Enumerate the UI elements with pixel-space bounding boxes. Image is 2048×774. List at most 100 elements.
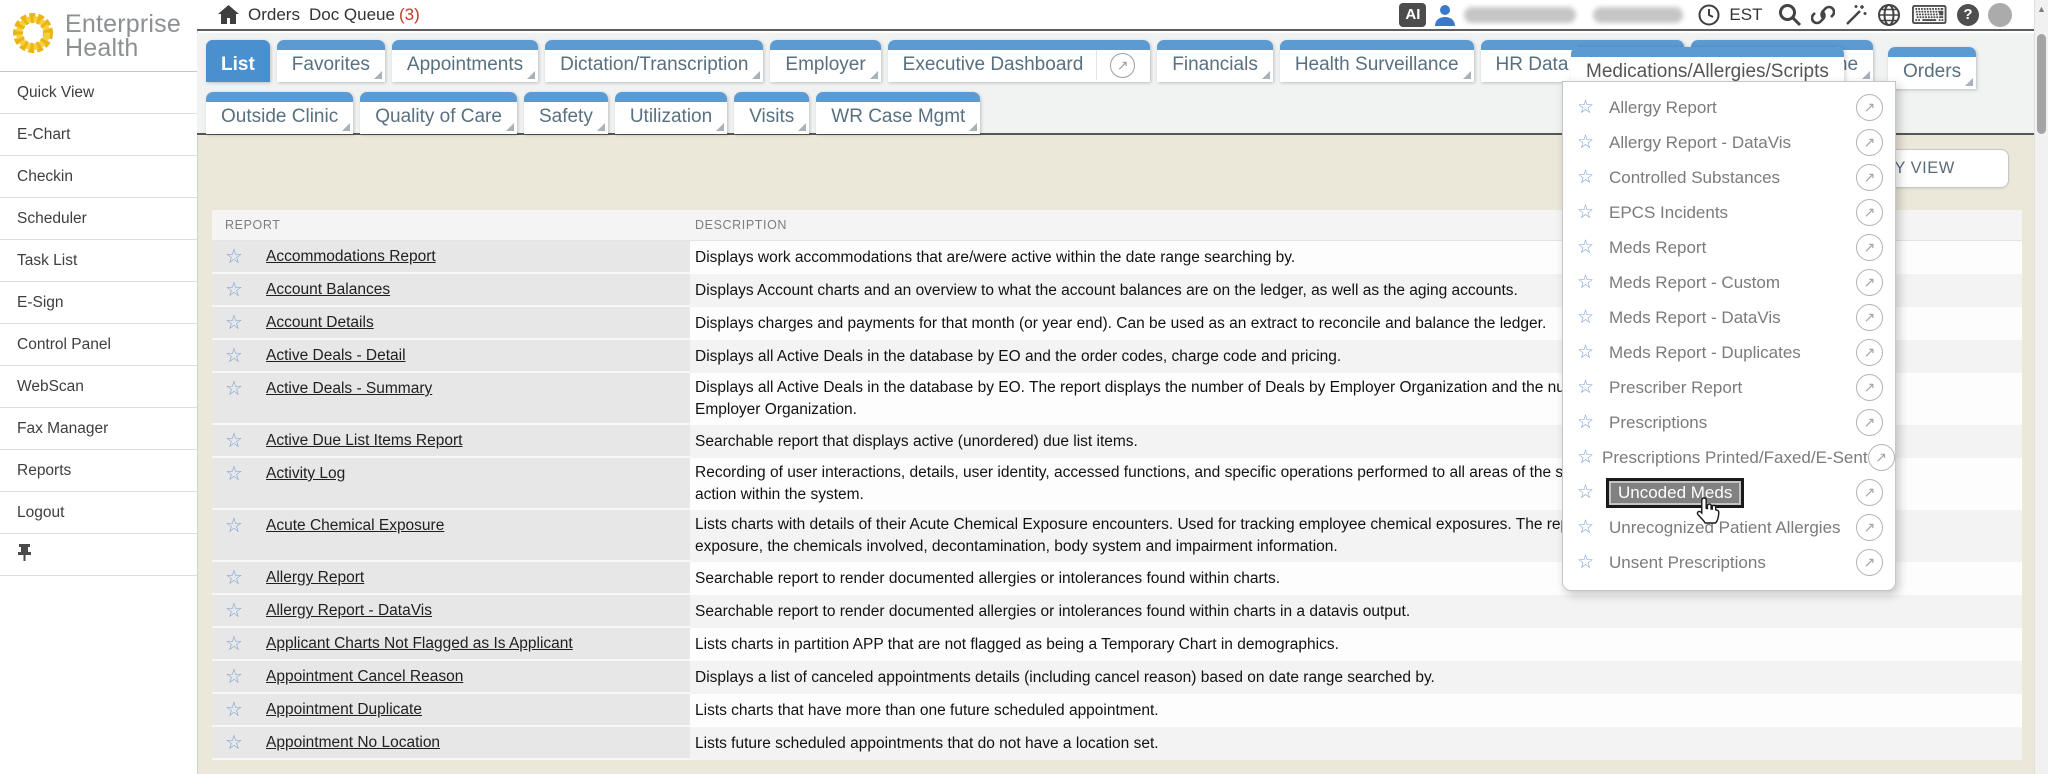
open-in-new-window-icon[interactable]: ↗ bbox=[1856, 94, 1883, 121]
favorite-star-icon[interactable]: ☆ bbox=[225, 246, 255, 268]
favorite-star-icon[interactable]: ☆ bbox=[1577, 551, 1601, 574]
menu-item-allergy-report[interactable]: ☆ Allergy Report ↗ bbox=[1563, 90, 1895, 125]
favorite-star-icon[interactable]: ☆ bbox=[1577, 341, 1601, 364]
favorite-star-icon[interactable]: ☆ bbox=[1577, 411, 1601, 434]
menu-item-unsent-prescriptions[interactable]: ☆ Unsent Prescriptions ↗ bbox=[1563, 545, 1895, 580]
report-link[interactable]: Accommodations Report bbox=[266, 246, 436, 268]
open-in-new-window-icon[interactable]: ↗ bbox=[1856, 164, 1883, 191]
favorite-star-icon[interactable]: ☆ bbox=[1577, 446, 1594, 469]
favorite-star-icon[interactable]: ☆ bbox=[225, 600, 255, 622]
tab-appointments[interactable]: Appointments bbox=[392, 40, 538, 82]
search-icon[interactable] bbox=[1777, 2, 1802, 27]
menu-item-meds-report-duplicates[interactable]: ☆ Meds Report - Duplicates ↗ bbox=[1563, 335, 1895, 370]
report-link[interactable]: Appointment Cancel Reason bbox=[266, 666, 463, 688]
clock-icon[interactable] bbox=[1698, 4, 1720, 26]
sidebar-item-reports[interactable]: Reports bbox=[0, 450, 197, 492]
favorite-star-icon[interactable]: ☆ bbox=[225, 312, 255, 334]
menu-item-epcs-incidents[interactable]: ☆ EPCS Incidents ↗ bbox=[1563, 195, 1895, 230]
report-link[interactable]: Active Deals - Detail bbox=[266, 345, 406, 367]
tab-wr-case-mgmt[interactable]: WR Case Mgmt bbox=[816, 92, 980, 134]
sidebar-item-quick-view[interactable]: Quick View bbox=[0, 72, 197, 114]
breadcrumb-orders[interactable]: Orders bbox=[248, 5, 300, 25]
tab-quality-of-care[interactable]: Quality of Care bbox=[360, 92, 517, 134]
report-column-header[interactable]: REPORT bbox=[212, 218, 690, 232]
open-in-new-window-icon[interactable]: ↗ bbox=[1856, 129, 1883, 156]
open-in-new-window-icon[interactable]: ↗ bbox=[1856, 479, 1883, 506]
tab-favorites[interactable]: Favorites bbox=[277, 40, 385, 82]
favorite-star-icon[interactable]: ☆ bbox=[225, 567, 255, 589]
favorite-star-icon[interactable]: ☆ bbox=[225, 699, 255, 721]
tab-list[interactable]: List bbox=[206, 40, 270, 82]
favorite-star-icon[interactable]: ☆ bbox=[1577, 306, 1601, 329]
report-link[interactable]: Account Balances bbox=[266, 279, 390, 301]
report-link[interactable]: Allergy Report - DataVis bbox=[266, 600, 432, 622]
sidebar-item-logout[interactable]: Logout bbox=[0, 492, 197, 534]
favorite-star-icon[interactable]: ☆ bbox=[1577, 376, 1601, 399]
sidebar-item-e-chart[interactable]: E-Chart bbox=[0, 114, 197, 156]
favorite-star-icon[interactable]: ☆ bbox=[225, 430, 255, 452]
favorite-star-icon[interactable]: ☆ bbox=[1577, 271, 1601, 294]
globe-icon[interactable] bbox=[1877, 3, 1901, 27]
favorite-star-icon[interactable]: ☆ bbox=[225, 732, 255, 754]
report-link[interactable]: Active Deals - Summary bbox=[266, 378, 432, 400]
tab-visits[interactable]: Visits bbox=[734, 92, 809, 134]
keyboard-icon[interactable]: ⌨ bbox=[1910, 5, 1948, 25]
avatar[interactable] bbox=[1988, 3, 2012, 27]
report-link[interactable]: Active Due List Items Report bbox=[266, 430, 462, 452]
open-in-new-window-icon[interactable]: ↗ bbox=[1868, 444, 1895, 471]
favorite-star-icon[interactable]: ☆ bbox=[1577, 481, 1601, 504]
wand-icon[interactable] bbox=[1844, 3, 1868, 27]
ai-assistant-button[interactable]: AI bbox=[1399, 3, 1426, 27]
open-in-new-window-icon[interactable]: ↗ bbox=[1110, 53, 1135, 78]
sidebar-item-webscan[interactable]: WebScan bbox=[0, 366, 197, 408]
menu-item-meds-report-datavis[interactable]: ☆ Meds Report - DataVis ↗ bbox=[1563, 300, 1895, 335]
link-icon[interactable] bbox=[1811, 4, 1835, 26]
tab-financials[interactable]: Financials bbox=[1157, 40, 1273, 82]
menu-item-unrecognized-patient-allergies[interactable]: ☆ Unrecognized Patient Allergies ↗ bbox=[1563, 510, 1895, 545]
sidebar-item-fax-manager[interactable]: Fax Manager bbox=[0, 408, 197, 450]
open-in-new-window-icon[interactable]: ↗ bbox=[1856, 549, 1883, 576]
menu-item-prescriptions[interactable]: ☆ Prescriptions ↗ bbox=[1563, 405, 1895, 440]
favorite-star-icon[interactable]: ☆ bbox=[1577, 236, 1601, 259]
report-link[interactable]: Applicant Charts Not Flagged as Is Appli… bbox=[266, 633, 573, 655]
open-in-new-window-icon[interactable]: ↗ bbox=[1856, 409, 1883, 436]
report-link[interactable]: Appointment No Location bbox=[266, 732, 440, 754]
favorite-star-icon[interactable]: ☆ bbox=[225, 345, 255, 367]
open-in-new-window-icon[interactable]: ↗ bbox=[1856, 269, 1883, 296]
help-icon[interactable]: ? bbox=[1957, 4, 1979, 26]
menu-item-meds-report[interactable]: ☆ Meds Report ↗ bbox=[1563, 230, 1895, 265]
report-link[interactable]: Activity Log bbox=[266, 463, 345, 485]
tab-outside-clinic[interactable]: Outside Clinic bbox=[206, 92, 353, 134]
favorite-star-icon[interactable]: ☆ bbox=[1577, 96, 1601, 119]
open-in-new-window-icon[interactable]: ↗ bbox=[1856, 514, 1883, 541]
menu-item-prescriptions-printed-faxed-e-sent[interactable]: ☆ Prescriptions Printed/Faxed/E-Sent ↗ bbox=[1563, 440, 1895, 475]
tab-safety[interactable]: Safety bbox=[524, 92, 608, 134]
open-in-new-window-icon[interactable]: ↗ bbox=[1856, 234, 1883, 261]
favorite-star-icon[interactable]: ☆ bbox=[1577, 131, 1601, 154]
open-in-new-window-icon[interactable]: ↗ bbox=[1856, 374, 1883, 401]
open-in-new-window-icon[interactable]: ↗ bbox=[1856, 304, 1883, 331]
sidebar-item-e-sign[interactable]: E-Sign bbox=[0, 282, 197, 324]
report-link[interactable]: Acute Chemical Exposure bbox=[266, 515, 444, 537]
report-link[interactable]: Allergy Report bbox=[266, 567, 364, 589]
tab-orders[interactable]: Orders bbox=[1888, 47, 1976, 89]
favorite-star-icon[interactable]: ☆ bbox=[1577, 201, 1601, 224]
menu-item-controlled-substances[interactable]: ☆ Controlled Substances ↗ bbox=[1563, 160, 1895, 195]
favorite-star-icon[interactable]: ☆ bbox=[225, 463, 255, 485]
tab-executive-dashboard[interactable]: Executive Dashboard↗ bbox=[888, 40, 1151, 82]
favorite-star-icon[interactable]: ☆ bbox=[225, 666, 255, 688]
menu-item-prescriber-report[interactable]: ☆ Prescriber Report ↗ bbox=[1563, 370, 1895, 405]
favorite-star-icon[interactable]: ☆ bbox=[1577, 166, 1601, 189]
favorite-star-icon[interactable]: ☆ bbox=[1577, 516, 1601, 539]
tab-employer[interactable]: Employer bbox=[770, 40, 880, 82]
user-icon[interactable] bbox=[1435, 4, 1455, 26]
menu-item-meds-report-custom[interactable]: ☆ Meds Report - Custom ↗ bbox=[1563, 265, 1895, 300]
scrollbar-thumb[interactable] bbox=[2037, 34, 2046, 134]
sidebar-item-checkin[interactable]: Checkin bbox=[0, 156, 197, 198]
home-icon[interactable] bbox=[218, 5, 239, 24]
scrollbar-up-arrow[interactable]: ▲ bbox=[2035, 0, 2048, 18]
sidebar-pin-item[interactable] bbox=[0, 534, 197, 576]
sidebar-item-task-list[interactable]: Task List bbox=[0, 240, 197, 282]
tab-health-surveillance[interactable]: Health Surveillance bbox=[1280, 40, 1474, 82]
open-in-new-window-icon[interactable]: ↗ bbox=[1856, 339, 1883, 366]
